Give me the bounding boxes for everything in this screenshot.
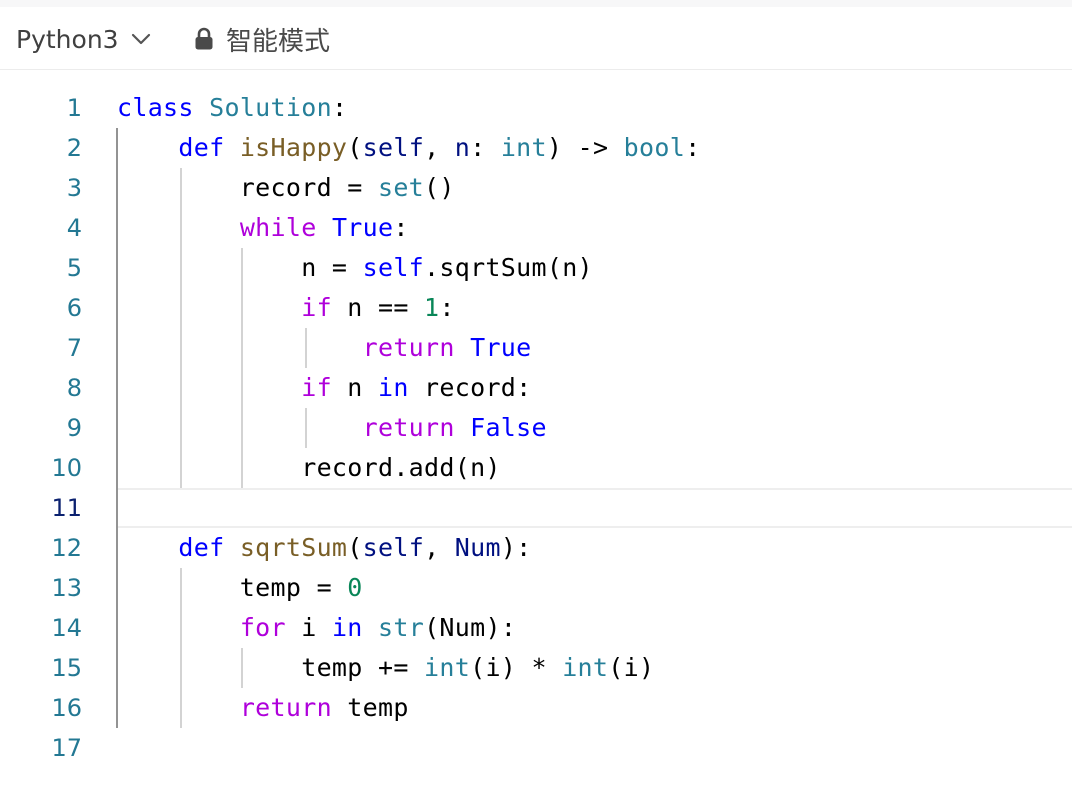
line-number: 6 <box>66 294 82 322</box>
code-text: def sqrtSum(self, Num): <box>178 533 532 562</box>
code-line: 2 def isHappy(self, n: int) -> bool: <box>0 128 1072 168</box>
toolbar-top-strip <box>0 0 1072 7</box>
line-number: 2 <box>66 134 82 162</box>
code-line: 17 <box>0 728 1072 768</box>
line-number: 4 <box>66 214 82 242</box>
code-line: 8 if n in record: <box>0 368 1072 408</box>
code-text: record.add(n) <box>117 453 501 482</box>
line-number: 12 <box>51 534 82 562</box>
language-label: Python3 <box>16 24 119 54</box>
code-line: 4 while True: <box>0 208 1072 248</box>
code-line: 15 temp += int(i) * int(i) <box>0 648 1072 688</box>
code-text: while True: <box>239 213 409 242</box>
code-text: if n in record: <box>301 373 532 402</box>
code-line: 14 for i in str(Num): <box>0 608 1072 648</box>
code-text: def isHappy(self, n: int) -> bool: <box>178 133 701 162</box>
code-line: 13 temp = 0 <box>0 568 1072 608</box>
code-editor[interactable]: 1 class Solution: 2 def isHappy(self, n:… <box>0 88 1072 792</box>
code-text: for i in str(Num): <box>239 613 517 642</box>
chevron-down-icon <box>131 33 151 45</box>
code-text: return True <box>362 333 532 362</box>
code-text: if n == 1: <box>301 293 455 322</box>
code-line: 3 record = set() <box>0 168 1072 208</box>
line-number: 7 <box>66 334 82 362</box>
smart-mode-indicator[interactable]: 智能模式 <box>194 22 331 57</box>
line-number: 16 <box>51 694 82 722</box>
line-number: 11 <box>51 494 82 522</box>
line-number: 1 <box>66 94 82 122</box>
line-number: 3 <box>66 174 82 202</box>
code-line: 9 return False <box>0 408 1072 448</box>
code-line: 10 record.add(n) <box>0 448 1072 488</box>
code-text: record = set() <box>117 173 455 202</box>
line-number: 15 <box>51 654 82 682</box>
code-text: temp += int(i) * int(i) <box>117 653 655 682</box>
code-text: return temp <box>239 693 409 722</box>
code-line: 6 if n == 1: <box>0 288 1072 328</box>
line-number: 17 <box>51 734 82 762</box>
lock-icon <box>194 27 214 51</box>
code-text: return False <box>362 413 547 442</box>
code-text: n = self.sqrtSum(n) <box>117 253 593 282</box>
code-text: temp = 0 <box>117 573 363 602</box>
line-number: 9 <box>66 414 82 442</box>
line-number: 10 <box>51 454 82 482</box>
code-line: 16 return temp <box>0 688 1072 728</box>
code-text: class Solution: <box>117 93 348 122</box>
line-number: 5 <box>66 254 82 282</box>
language-select[interactable]: Python3 <box>16 22 151 56</box>
code-line: 5 n = self.sqrtSum(n) <box>0 248 1072 288</box>
code-line: 1 class Solution: <box>0 88 1072 128</box>
code-line: 12 def sqrtSum(self, Num): <box>0 528 1072 568</box>
editor-toolbar: Python3 智能模式 <box>0 0 1072 70</box>
line-number: 13 <box>51 574 82 602</box>
smart-mode-label: 智能模式 <box>226 26 331 57</box>
line-number: 8 <box>66 374 82 402</box>
code-line: 7 return True <box>0 328 1072 368</box>
code-line-active: 11 <box>0 488 1072 528</box>
line-number: 14 <box>51 614 82 642</box>
